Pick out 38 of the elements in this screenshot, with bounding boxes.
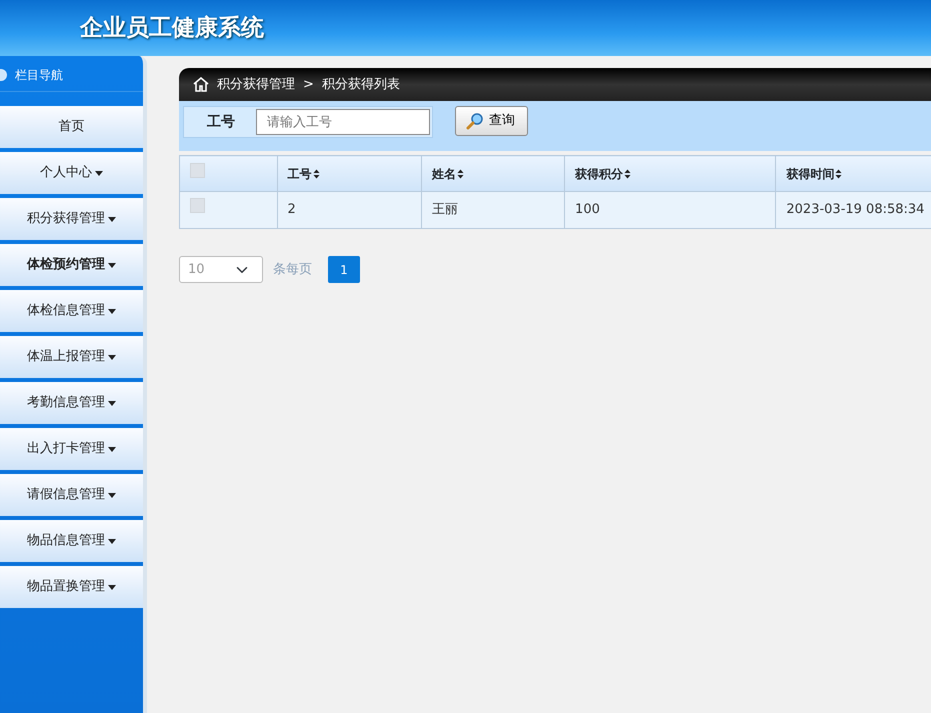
sidebar-item[interactable]: 物品信息管理 [0, 520, 143, 562]
sort-icon[interactable] [312, 168, 320, 178]
app-title: 企业员工健康系统 [80, 14, 264, 43]
column-header[interactable]: 工号 [277, 156, 422, 192]
sidebar-item[interactable]: 首页 [0, 106, 143, 148]
checkbox[interactable] [190, 162, 205, 178]
bullet-icon [0, 68, 7, 80]
sidebar-item[interactable]: 积分获得管理 [0, 198, 143, 240]
sidebar-item[interactable]: 请假信息管理 [0, 474, 143, 516]
sort-icon[interactable] [835, 168, 842, 178]
sidebar-item[interactable]: 出入打卡管理 [0, 428, 143, 470]
per-page-label: 条每页 [273, 260, 312, 279]
sort-icon[interactable] [456, 168, 464, 178]
search-field[interactable]: 请输入工号 [256, 109, 430, 135]
page-button[interactable]: 1 [328, 256, 360, 283]
sidebar-title: 栏目导航 [15, 66, 63, 84]
table-cell: 2023-03-19 08:58:34 [776, 192, 931, 228]
breadcrumb-separator: > [303, 76, 314, 94]
checkbox[interactable] [190, 198, 205, 214]
column-header[interactable]: 姓名 [421, 156, 565, 192]
search-button[interactable]: 查询 [455, 106, 528, 136]
breadcrumb-item[interactable]: 积分获得管理 [217, 74, 295, 94]
sidebar-item[interactable]: 体检预约管理 [0, 244, 143, 286]
sort-icon[interactable] [624, 168, 632, 178]
column-header[interactable]: 获得时间 [776, 156, 931, 192]
sidebar-item[interactable]: 体检信息管理 [0, 290, 143, 332]
sidebar-item[interactable]: 考勤信息管理 [0, 382, 143, 424]
sidebar-item[interactable]: 体温上报管理 [0, 336, 143, 378]
table-cell: 王丽 [421, 192, 565, 228]
search-icon [466, 112, 484, 130]
column-header[interactable]: 获得积分 [564, 156, 776, 192]
sidebar-item[interactable]: 物品置换管理 [0, 566, 143, 608]
field-label: 工号 [206, 112, 236, 132]
sidebar-item[interactable]: 个人中心 [0, 152, 143, 194]
table-cell: 2 [277, 192, 422, 228]
breadcrumb-current: 积分获得列表 [322, 76, 400, 94]
table-cell: 100 [564, 192, 776, 228]
home-icon [193, 77, 209, 92]
